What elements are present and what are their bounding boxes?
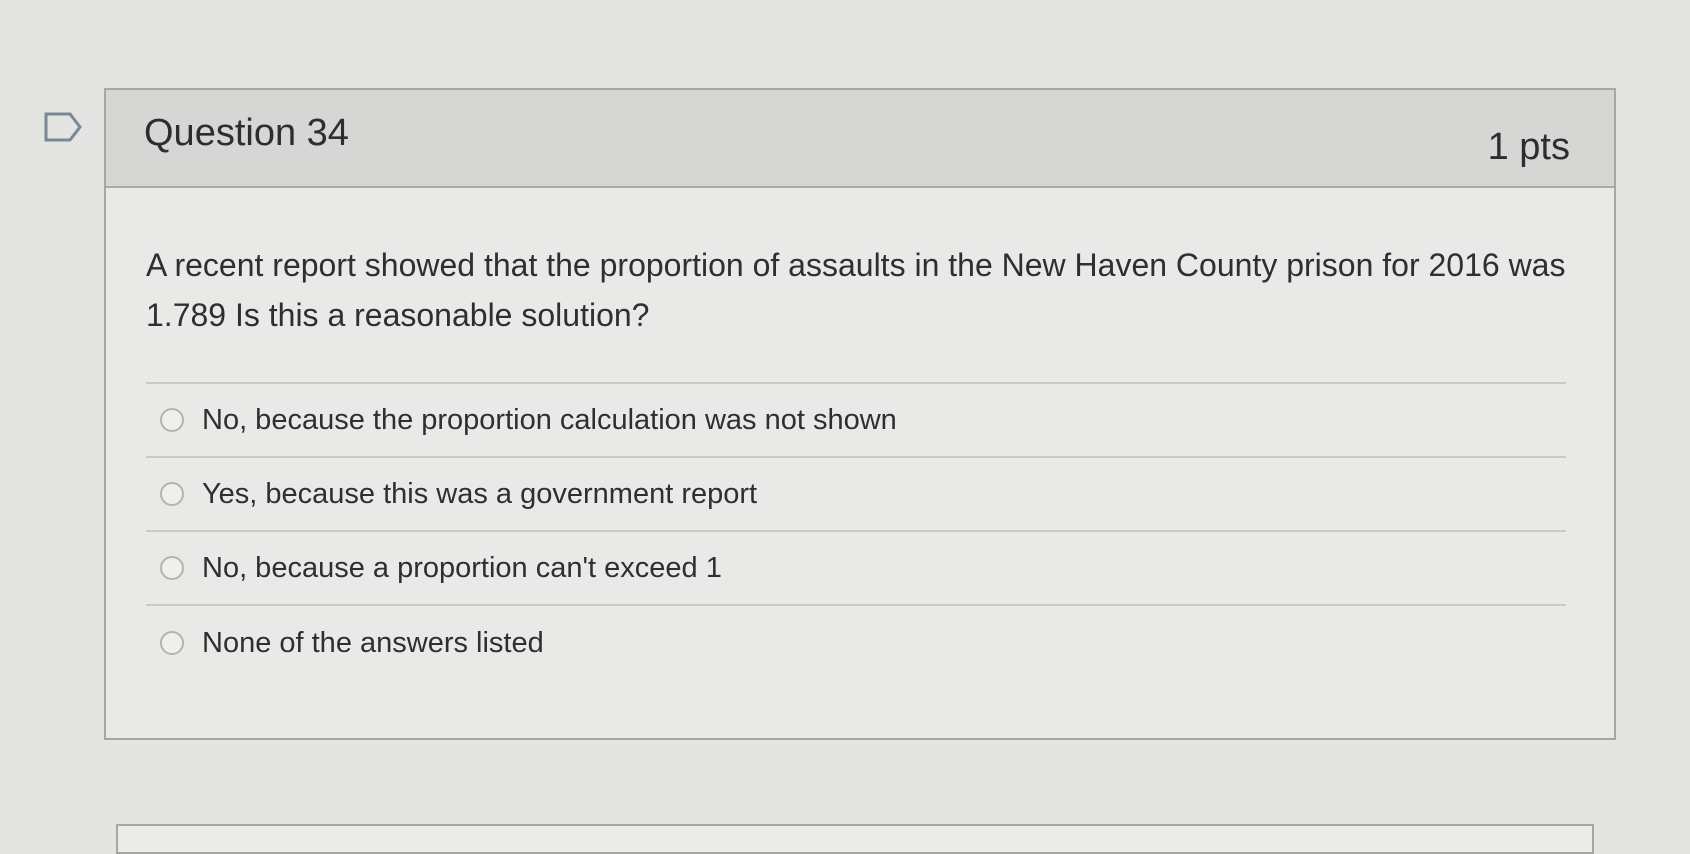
question-title: Question 34 xyxy=(144,112,349,154)
answer-option-4[interactable]: None of the answers listed xyxy=(146,606,1566,680)
radio-button-icon[interactable] xyxy=(160,408,184,432)
radio-button-icon[interactable] xyxy=(160,556,184,580)
question-text: A recent report showed that the proporti… xyxy=(146,247,1566,333)
question-header: Question 34 1 pts xyxy=(106,90,1614,188)
answer-label[interactable]: No, because the proportion calculation w… xyxy=(202,404,897,437)
answer-option-2[interactable]: Yes, because this was a government repor… xyxy=(146,458,1566,532)
radio-button-icon[interactable] xyxy=(160,631,184,655)
question-points: 1 pts xyxy=(1487,126,1570,168)
flag-question-icon[interactable] xyxy=(42,110,86,144)
answer-label[interactable]: None of the answers listed xyxy=(202,627,544,660)
question-card: Question 34 1 pts A recent report showed… xyxy=(104,88,1616,740)
answer-label[interactable]: No, because a proportion can't exceed 1 xyxy=(202,552,722,585)
next-question-card xyxy=(116,824,1594,854)
answer-option-3[interactable]: No, because a proportion can't exceed 1 xyxy=(146,532,1566,606)
radio-button-icon[interactable] xyxy=(160,482,184,506)
answer-list: No, because the proportion calculation w… xyxy=(146,382,1566,680)
answer-label[interactable]: Yes, because this was a government repor… xyxy=(202,478,757,511)
answer-option-1[interactable]: No, because the proportion calculation w… xyxy=(146,384,1566,458)
